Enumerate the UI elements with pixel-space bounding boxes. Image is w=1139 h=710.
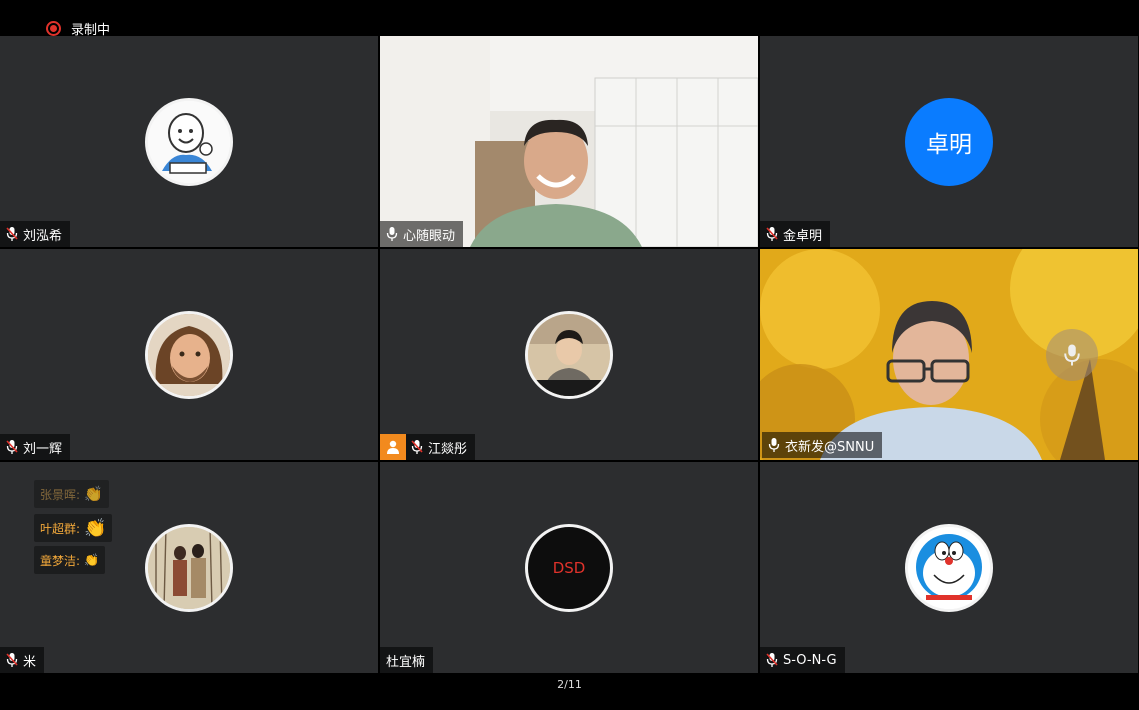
mic-muted-icon bbox=[766, 227, 778, 241]
participant-tile-5[interactable]: 江燚彤 bbox=[380, 249, 758, 460]
photo-thumbnail-icon bbox=[528, 313, 610, 396]
avatar bbox=[145, 310, 233, 399]
person-icon bbox=[387, 440, 399, 454]
mic-icon bbox=[386, 227, 398, 241]
clap-icon: 👏 bbox=[84, 517, 107, 539]
avatar-initials: 卓明 bbox=[926, 131, 972, 158]
participant-tile-6[interactable]: 衣新发@SNNU bbox=[760, 249, 1138, 460]
top-bar: 录制中 bbox=[0, 0, 1139, 38]
participant-nametag: 衣新发@SNNU bbox=[762, 432, 883, 458]
participant-nametag: S-O-N-G bbox=[760, 647, 845, 673]
reaction-sender: 童梦洁: bbox=[40, 553, 81, 568]
participant-tile-9[interactable]: S-O-N-G bbox=[760, 462, 1138, 673]
cartoon-portrait-icon bbox=[148, 313, 230, 396]
active-speaker-indicator bbox=[1046, 329, 1098, 381]
participant-nametag: 江燚彤 bbox=[380, 434, 476, 460]
reaction-toast: 张景晖: 👏 bbox=[34, 480, 109, 508]
avatar bbox=[525, 310, 613, 399]
participant-name: 米 bbox=[23, 654, 37, 670]
participant-tile-4[interactable]: 刘一辉 bbox=[0, 249, 378, 460]
participant-tile-7[interactable]: 张景晖: 👏 叶超群: 👏 童梦洁: 👏 米 bbox=[0, 462, 378, 673]
avatar bbox=[145, 97, 233, 186]
reaction-sender: 叶超群: bbox=[40, 521, 81, 536]
clap-icon: 👏 bbox=[84, 553, 99, 567]
participant-name: S-O-N-G bbox=[783, 652, 837, 668]
page-indicator[interactable]: 2/11 bbox=[0, 678, 1139, 691]
cartoon-reader-icon bbox=[148, 100, 230, 183]
participant-name: 刘泓希 bbox=[23, 228, 63, 244]
participant-nametag: 杜宜楠 bbox=[380, 647, 434, 673]
avatar: DSD bbox=[525, 523, 613, 612]
mic-icon bbox=[768, 438, 780, 452]
reaction-sender: 张景晖: bbox=[40, 487, 81, 502]
mic-muted-icon bbox=[6, 227, 18, 241]
mic-icon bbox=[1064, 344, 1080, 366]
mic-muted-icon bbox=[6, 653, 18, 667]
participant-name: 心随眼动 bbox=[403, 228, 456, 244]
participant-nametag: 米 bbox=[0, 647, 45, 673]
participant-name: 衣新发@SNNU bbox=[785, 439, 875, 455]
participant-tile-2[interactable]: 心随眼动 bbox=[380, 36, 758, 247]
reaction-toast: 童梦洁: 👏 bbox=[34, 546, 105, 574]
mic-muted-icon bbox=[766, 653, 778, 667]
participant-tile-1[interactable]: 刘泓希 bbox=[0, 36, 378, 247]
participant-name: 杜宜楠 bbox=[386, 654, 426, 670]
video-grid: 刘泓希 心随眼动 卓明 金卓明 刘一辉 江燚彤 衣新发@SNNU 张景晖: 👏 … bbox=[0, 36, 1139, 673]
participant-name: 江燚彤 bbox=[428, 441, 468, 457]
participant-nametag: 刘一辉 bbox=[0, 434, 71, 460]
avatar-initials: DSD bbox=[552, 558, 586, 577]
avatar: 卓明 bbox=[905, 97, 993, 186]
illustration-icon bbox=[148, 526, 230, 609]
participant-nametag: 刘泓希 bbox=[0, 221, 71, 247]
avatar bbox=[905, 523, 993, 612]
participant-nametag: 心随眼动 bbox=[380, 221, 464, 247]
participant-name: 金卓明 bbox=[783, 228, 823, 244]
mic-muted-icon bbox=[411, 440, 423, 454]
reaction-toast: 叶超群: 👏 bbox=[34, 514, 113, 542]
doraemon-icon bbox=[908, 526, 990, 609]
mic-muted-icon bbox=[6, 440, 18, 454]
video-feed bbox=[380, 36, 758, 247]
record-icon bbox=[46, 21, 61, 36]
participant-name: 刘一辉 bbox=[23, 441, 63, 457]
host-badge bbox=[380, 434, 406, 460]
clap-icon: 👏 bbox=[84, 485, 103, 503]
participant-nametag: 金卓明 bbox=[760, 221, 831, 247]
participant-tile-3[interactable]: 卓明 金卓明 bbox=[760, 36, 1138, 247]
avatar bbox=[145, 523, 233, 612]
participant-tile-8[interactable]: DSD 杜宜楠 bbox=[380, 462, 758, 673]
